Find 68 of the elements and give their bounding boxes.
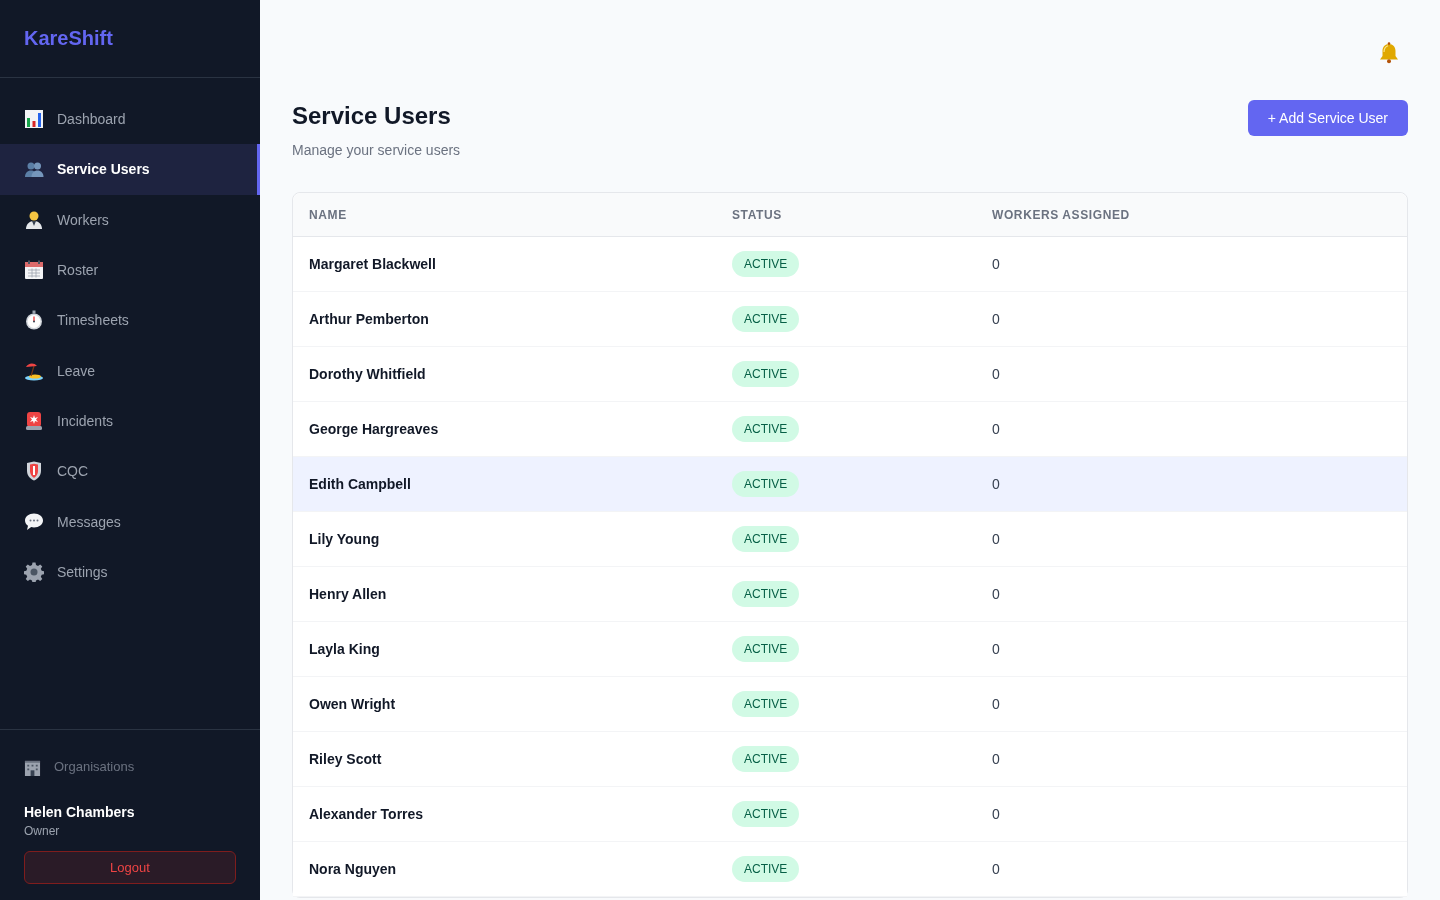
- page-title: Service Users: [292, 101, 452, 131]
- service-user-name: Dorothy Whitfield: [309, 365, 426, 383]
- table-row[interactable]: Edith Campbell ACTIVE 0: [293, 457, 1407, 512]
- service-user-name: Arthur Pemberton: [309, 310, 429, 328]
- add-service-user-button[interactable]: + Add Service User: [1247, 100, 1408, 136]
- service-user-name: Nora Nguyen: [309, 860, 397, 878]
- workers-assigned-count: 0: [992, 530, 1000, 548]
- status-badge: ACTIVE: [732, 416, 800, 442]
- page-subtitle: Manage your service users: [292, 141, 461, 160]
- workers-assigned-count: 0: [992, 750, 1000, 768]
- status-badge: ACTIVE: [732, 691, 800, 717]
- service-user-name: Owen Wright: [309, 695, 396, 713]
- calendar-icon: [24, 260, 44, 281]
- gear-icon: [24, 561, 44, 582]
- status-badge: ACTIVE: [732, 801, 800, 827]
- service-user-name: George Hargreaves: [309, 420, 439, 438]
- column-header: NAME: [309, 206, 347, 223]
- bell-icon[interactable]: [1378, 42, 1400, 64]
- status-badge: ACTIVE: [732, 361, 800, 387]
- service-user-name: Riley Scott: [309, 750, 382, 768]
- workers-assigned-count: 0: [992, 585, 1000, 603]
- status-badge: ACTIVE: [732, 471, 800, 497]
- workers-assigned-count: 0: [992, 310, 1000, 328]
- sidebar-item[interactable]: Incidents: [0, 395, 260, 447]
- bar-chart-icon: [24, 109, 44, 130]
- status-badge: ACTIVE: [732, 856, 800, 882]
- sidebar-item[interactable]: Roster: [0, 244, 260, 296]
- sidebar-item[interactable]: CQC: [0, 446, 260, 497]
- sidebar-item[interactable]: Workers: [0, 194, 260, 245]
- person-icon: [24, 209, 44, 230]
- workers-assigned-count: 0: [992, 805, 1000, 823]
- sidebar-item[interactable]: Timesheets: [0, 295, 260, 346]
- stopwatch-icon: [24, 310, 44, 331]
- status-badge: ACTIVE: [732, 251, 800, 277]
- workers-assigned-count: 0: [992, 475, 1000, 493]
- shield-icon: [24, 461, 44, 482]
- sidebar-item[interactable]: Service Users: [0, 144, 260, 195]
- column-header: WORKERS ASSIGNED: [992, 206, 1130, 223]
- sidebar-item[interactable]: Messages: [0, 496, 260, 547]
- column-header: STATUS: [732, 206, 782, 223]
- workers-assigned-count: 0: [992, 255, 1000, 273]
- workers-assigned-count: 0: [992, 640, 1000, 658]
- user-role: Owner: [24, 823, 60, 839]
- service-user-name: Edith Campbell: [309, 475, 411, 493]
- workers-assigned-count: 0: [992, 420, 1000, 438]
- status-badge: ACTIVE: [732, 636, 800, 662]
- status-badge: ACTIVE: [732, 746, 800, 772]
- workers-assigned-count: 0: [992, 365, 1000, 383]
- sidebar-item[interactable]: Leave: [0, 345, 260, 396]
- siren-icon: [24, 410, 44, 431]
- workers-assigned-count: 0: [992, 860, 1000, 878]
- service-user-name: Lily Young: [309, 530, 380, 548]
- service-user-name: Margaret Blackwell: [309, 255, 436, 273]
- status-badge: ACTIVE: [732, 306, 800, 332]
- user-name: Helen Chambers: [24, 803, 135, 821]
- app-logo[interactable]: KareShift: [24, 25, 113, 50]
- service-user-name: Henry Allen: [309, 585, 387, 603]
- status-badge: ACTIVE: [732, 526, 800, 552]
- organisations-link[interactable]: Organisations: [24, 757, 135, 777]
- workers-assigned-count: 0: [992, 695, 1000, 713]
- building-icon: [24, 758, 41, 776]
- sidebar-item[interactable]: Dashboard: [0, 94, 260, 145]
- service-user-name: Layla King: [309, 640, 380, 658]
- status-badge: ACTIVE: [732, 581, 800, 607]
- logout-button[interactable]: Logout: [24, 851, 236, 884]
- speech-bubble-icon: [24, 511, 44, 532]
- sidebar-item[interactable]: Settings: [0, 546, 260, 597]
- service-user-name: Alexander Torres: [309, 805, 424, 823]
